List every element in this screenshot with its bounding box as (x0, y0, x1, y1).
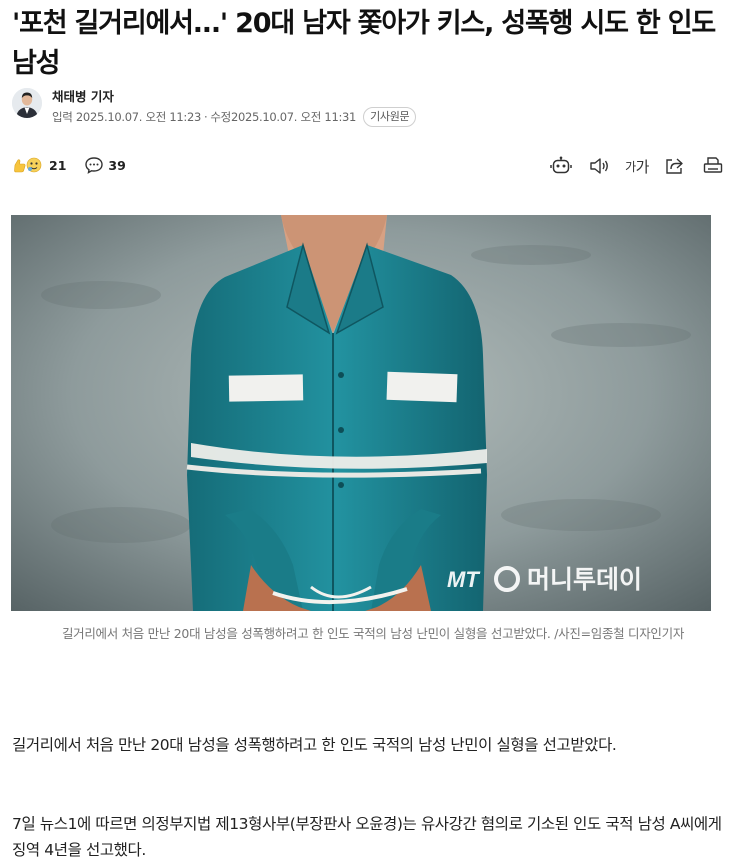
summary-button[interactable] (550, 155, 572, 177)
comments-button[interactable]: 39 (84, 156, 126, 174)
reporter-avatar[interactable] (12, 88, 42, 118)
article-stats: 21 39 (12, 156, 126, 174)
published-date: 입력 2025.10.07. 오전 11:23 (52, 110, 202, 124)
article-photo[interactable]: MT 머니투데이 (11, 215, 711, 611)
article-dates: 입력 2025.10.07. 오전 11:23 · 수정2025.10.07. … (52, 107, 417, 127)
watermark-brand: 머니투데이 (527, 565, 642, 594)
speaker-icon (590, 158, 608, 174)
prisoner-illustration: MT 머니투데이 (11, 215, 711, 611)
article-paragraph: 7일 뉴스1에 따르면 의정부지법 제13형사부(부장판사 오윤경)는 유사강간… (12, 814, 722, 859)
comments-count: 39 (108, 157, 126, 173)
reaction-emoji-icon (14, 157, 42, 173)
modified-date: 수정2025.10.07. 오전 11:31 (210, 110, 357, 124)
reporter-name[interactable]: 채태병 기자 (52, 86, 114, 105)
reactions-button[interactable]: 21 (12, 156, 66, 174)
comment-bubble-icon (85, 157, 104, 174)
print-icon (703, 157, 723, 173)
share-button[interactable] (664, 155, 686, 177)
date-separator: · (204, 110, 208, 124)
font-size-large-label: 가 (635, 157, 650, 176)
reactions-count: 21 (49, 157, 67, 173)
article-title: '포천 길거리에서...' 20대 남자 쫓아가 키스, 성폭행 시도 한 인도… (12, 8, 716, 79)
watermark-mt: MT (447, 567, 480, 592)
article-toolbar: 가가 (534, 155, 724, 177)
font-size-button[interactable]: 가가 (625, 155, 650, 177)
article-page: '포천 길거리에서...' 20대 남자 쫓아가 키스, 성폭행 시도 한 인도… (0, 0, 746, 864)
reporter-photo (12, 88, 42, 118)
listen-button[interactable] (588, 155, 610, 177)
photo-caption: 길거리에서 처음 만난 20대 남성을 성폭행하려고 한 인도 국적의 남성 난… (61, 626, 685, 641)
share-icon (666, 158, 683, 174)
print-button[interactable] (702, 155, 724, 177)
font-size-small-label: 가 (625, 159, 636, 174)
robot-icon (550, 156, 572, 174)
article-paragraph: 길거리에서 처음 만난 20대 남성을 성폭행하려고 한 인도 국적의 남성 난… (12, 735, 617, 754)
original-article-button[interactable]: 기사원문 (363, 107, 417, 127)
